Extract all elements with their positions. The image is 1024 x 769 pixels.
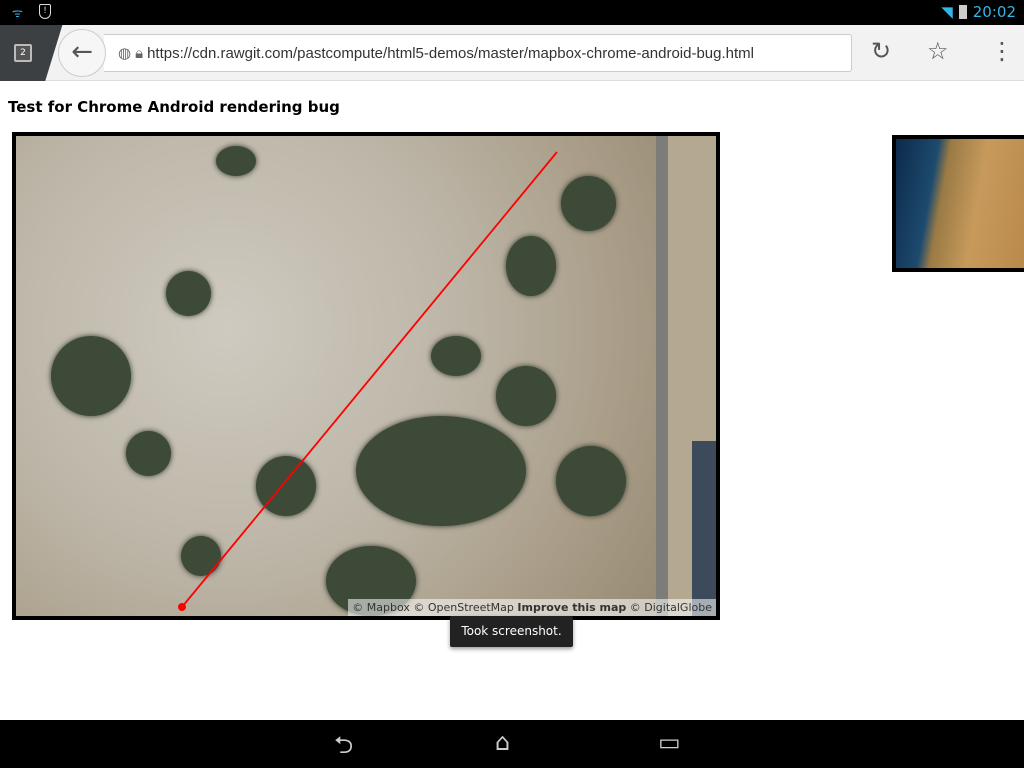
map-overlay: [178, 151, 558, 611]
reload-icon[interactable]: ↻: [871, 37, 891, 65]
toast: Took screenshot.: [450, 616, 573, 647]
page-title: Test for Chrome Android rendering bug: [8, 98, 340, 116]
tab-count: 2: [14, 44, 32, 62]
wifi-signal-icon: ◥: [941, 3, 953, 21]
recents-nav-icon[interactable]: ▭: [658, 728, 681, 756]
map-attribution: © Mapbox © OpenStreetMap Improve this ma…: [348, 599, 716, 616]
battery-icon: [958, 5, 967, 19]
lock-icon: 🔒︎: [135, 44, 144, 62]
browser-toolbar: 2 ◍ 🔒︎ https://cdn.rawgit.com/pastcomput…: [0, 25, 1024, 81]
red-line: [181, 151, 558, 608]
shield-alert-icon: !: [39, 4, 51, 19]
url-bar[interactable]: ◍ 🔒︎ https://cdn.rawgit.com/pastcompute/…: [104, 34, 852, 72]
improve-map-link[interactable]: Improve this map: [517, 601, 626, 614]
status-bar: ᯤ ! ◥ 20:02: [0, 0, 1024, 25]
star-icon[interactable]: ☆: [927, 37, 949, 65]
globe-icon: ◍: [118, 45, 132, 62]
back-button[interactable]: ←: [58, 29, 106, 77]
map[interactable]: © Mapbox © OpenStreetMap Improve this ma…: [12, 132, 720, 620]
back-nav-icon[interactable]: ⮌: [334, 728, 353, 769]
attribution-digitalglobe[interactable]: © DigitalGlobe: [630, 601, 712, 614]
minimap[interactable]: [892, 135, 1024, 272]
menu-icon[interactable]: ⋮: [990, 37, 1014, 65]
url-text: https://cdn.rawgit.com/pastcompute/html5…: [147, 44, 754, 62]
line-endpoint: [178, 603, 186, 611]
clock: 20:02: [972, 3, 1016, 21]
navigation-bar: ⮌ ⌂ ▭: [0, 720, 1024, 768]
attribution-mapbox[interactable]: © Mapbox: [352, 601, 410, 614]
wifi-icon: ᯤ: [12, 6, 23, 20]
attribution-osm[interactable]: © OpenStreetMap: [413, 601, 514, 614]
home-nav-icon[interactable]: ⌂: [495, 728, 510, 756]
